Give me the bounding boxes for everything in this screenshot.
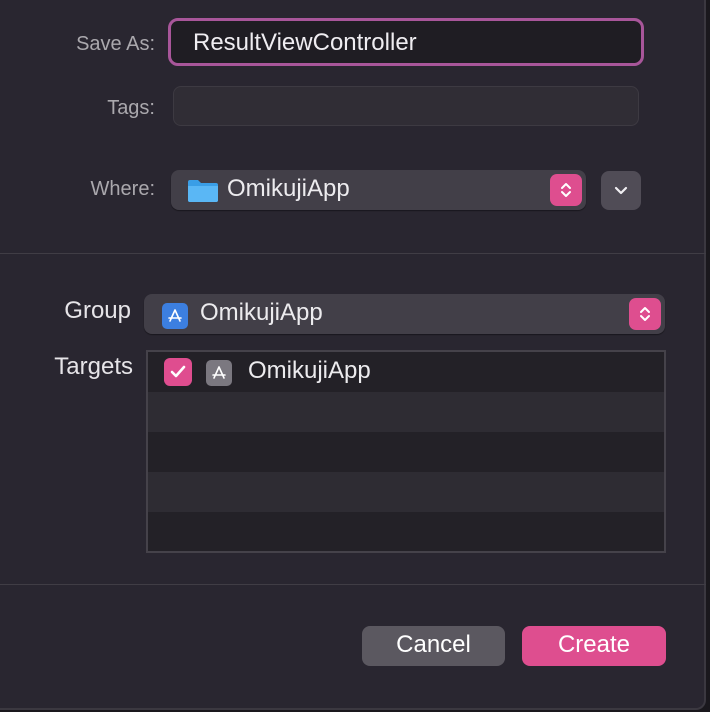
list-item (148, 392, 664, 432)
where-stepper[interactable] (550, 174, 582, 206)
save-as-label: Save As: (76, 33, 155, 55)
save-as-field[interactable]: ResultViewController (168, 18, 644, 66)
expand-button[interactable] (601, 171, 641, 210)
tags-label: Tags: (107, 97, 155, 119)
app-store-glyph-icon (168, 309, 182, 322)
separator (0, 584, 706, 585)
group-popup[interactable]: OmikujiApp (144, 294, 665, 334)
save-dialog: Save As: ResultViewController Tags: Wher… (0, 0, 710, 710)
where-value: OmikujiApp (227, 175, 350, 202)
app-store-glyph-icon (212, 366, 226, 379)
separator (0, 253, 706, 254)
chevron-down-icon (614, 186, 628, 194)
app-target-icon (206, 360, 232, 386)
list-item (148, 432, 664, 472)
up-down-chevron-icon (561, 183, 571, 197)
app-target-icon (162, 303, 188, 329)
up-down-chevron-icon (640, 307, 650, 321)
group-label: Group (64, 297, 131, 324)
target-checkbox[interactable] (164, 358, 192, 386)
folder-icon (188, 180, 218, 202)
cancel-button[interactable]: Cancel (362, 626, 505, 666)
edge-glyph: ⋮ (704, 176, 710, 193)
checkmark-icon (170, 365, 186, 378)
target-name: OmikujiApp (248, 357, 371, 384)
where-label: Where: (90, 178, 155, 200)
list-item (148, 472, 664, 512)
create-button[interactable]: Create (522, 626, 666, 666)
tags-field[interactable] (173, 86, 639, 126)
group-stepper[interactable] (629, 298, 661, 330)
targets-label: Targets (54, 353, 133, 380)
where-popup[interactable]: OmikujiApp (171, 170, 586, 210)
group-value: OmikujiApp (200, 299, 323, 326)
list-item (148, 512, 664, 551)
